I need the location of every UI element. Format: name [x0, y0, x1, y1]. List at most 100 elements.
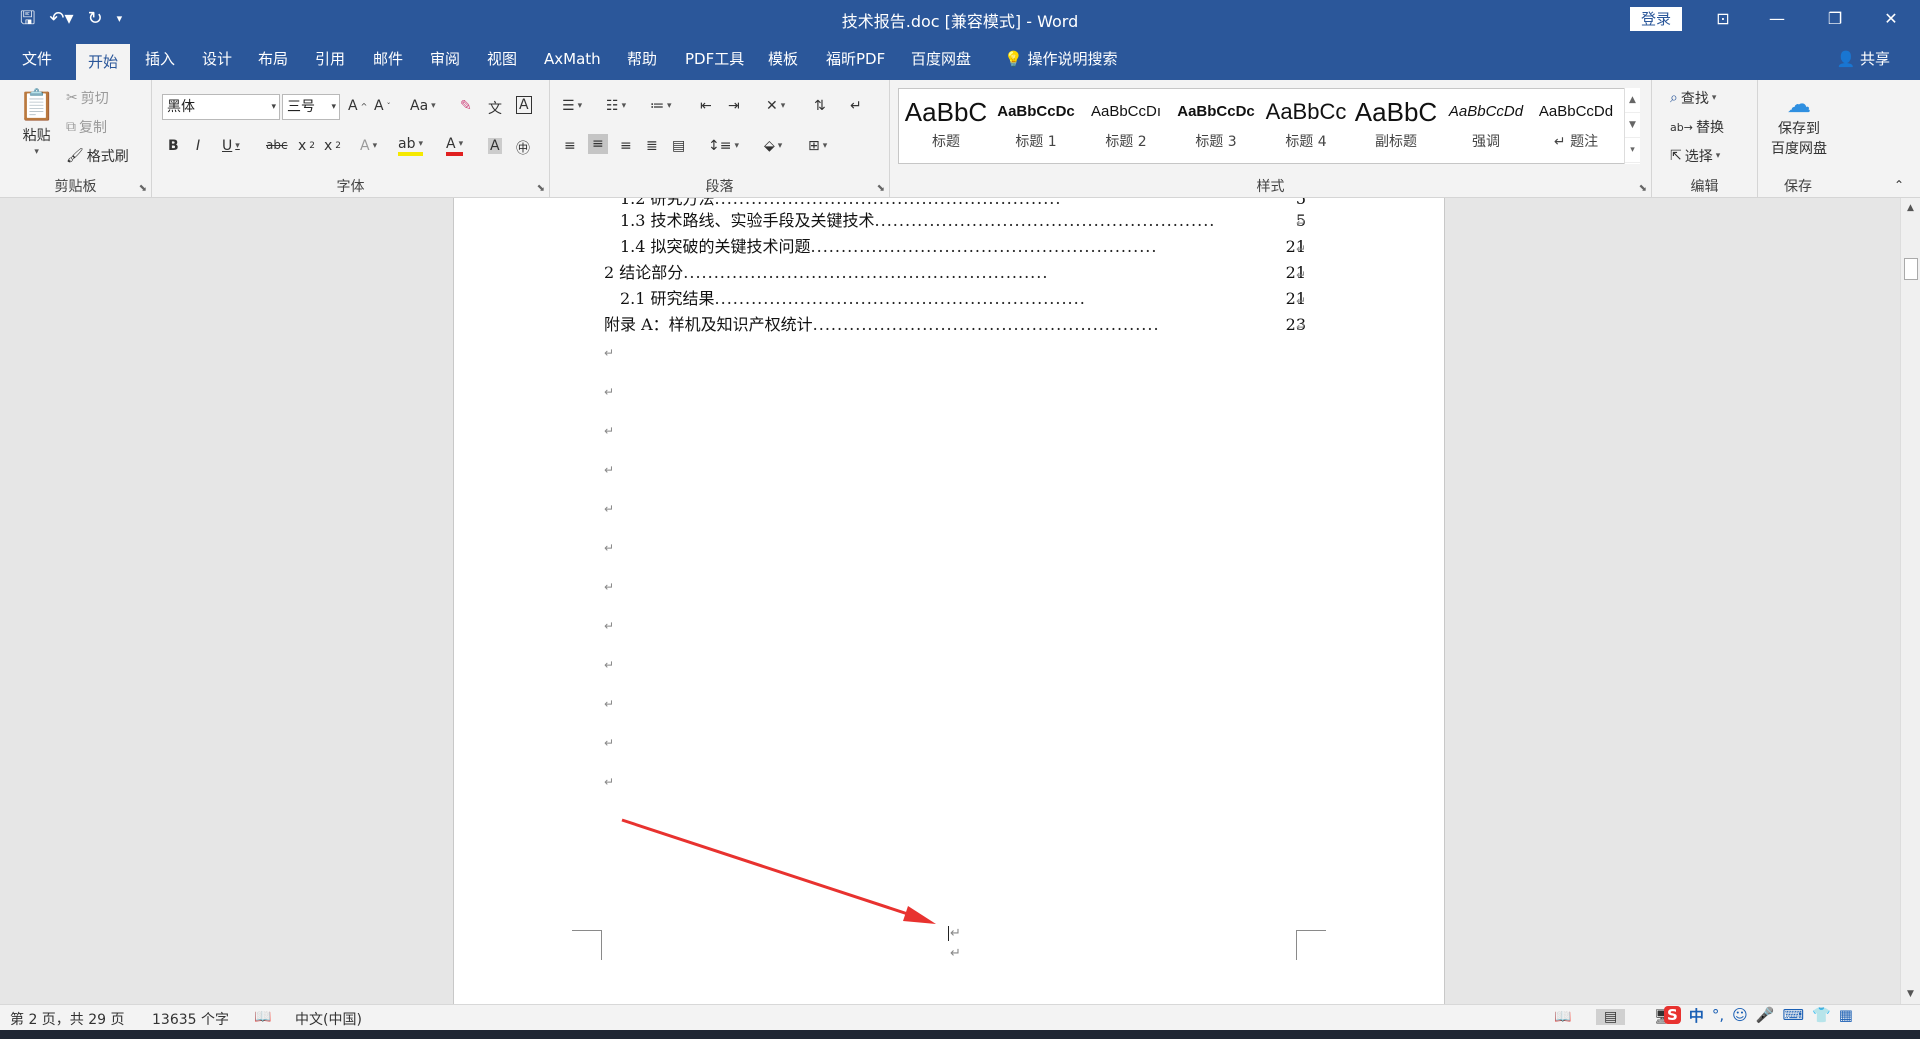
font-size-combo[interactable]: 三号 ▾: [282, 94, 340, 120]
strikethrough-icon[interactable]: abc: [266, 138, 288, 152]
empty-paragraph-mark[interactable]: ↵: [604, 619, 614, 633]
decrease-indent-icon[interactable]: ⇤: [700, 98, 712, 114]
style-emphasis[interactable]: AaBbCcDd 强调: [1441, 89, 1531, 163]
toc-entry[interactable]: 2 结论部分..................................…: [604, 260, 1306, 286]
tab-mailings[interactable]: 邮件: [369, 38, 407, 80]
chevron-up-icon[interactable]: ▲: [1901, 198, 1920, 218]
empty-paragraph-mark[interactable]: ↵: [604, 541, 614, 555]
highlight-icon[interactable]: ab ▾: [398, 136, 423, 156]
more-styles-icon[interactable]: ▾: [1625, 138, 1640, 163]
underline-icon[interactable]: U ▾: [222, 138, 240, 154]
superscript-icon[interactable]: x2: [324, 138, 341, 154]
find-button[interactable]: ⌕ 查找 ▾: [1670, 88, 1716, 108]
style-subtitle[interactable]: AaBbC 副标题: [1351, 89, 1441, 163]
character-border-icon[interactable]: A: [516, 96, 532, 114]
empty-paragraph-mark[interactable]: ↵: [604, 502, 614, 516]
enclose-characters-icon[interactable]: ㊥: [516, 138, 530, 158]
login-button[interactable]: 登录: [1630, 7, 1682, 31]
align-center-icon[interactable]: ≡: [588, 134, 608, 154]
tab-pdf-tools[interactable]: PDF工具: [681, 38, 748, 80]
cursor-paragraph-mark[interactable]: ↵: [948, 926, 961, 941]
cut-button[interactable]: ✂ 剪切: [66, 88, 109, 108]
chevron-down-icon[interactable]: ▼: [1625, 113, 1640, 138]
dialog-launcher-icon[interactable]: ⬊: [1639, 183, 1647, 194]
bullets-icon[interactable]: ☰ ▾: [562, 98, 582, 114]
increase-indent-icon[interactable]: ⇥: [728, 98, 740, 114]
customize-qat-icon[interactable]: ▾: [117, 6, 123, 32]
dialog-launcher-icon[interactable]: ⬊: [877, 183, 885, 194]
chevron-down-icon[interactable]: ▼: [1901, 984, 1920, 1004]
multilevel-list-icon[interactable]: ≔ ▾: [650, 98, 672, 114]
ime-language[interactable]: 中: [1689, 1005, 1704, 1026]
clear-formatting-icon[interactable]: ✎: [460, 98, 472, 114]
tab-home[interactable]: 开始: [76, 44, 131, 80]
text-effects-icon[interactable]: A ▾: [360, 138, 377, 154]
read-mode-icon[interactable]: 📖: [1554, 1009, 1571, 1025]
chinese-layout-icon[interactable]: ✕ ▾: [766, 98, 785, 114]
proofing-icon[interactable]: 📖: [254, 1009, 271, 1025]
copy-button[interactable]: ⧉ 复制: [66, 117, 107, 137]
empty-paragraph-mark[interactable]: ↵: [604, 658, 614, 672]
replace-button[interactable]: ab→ 替换: [1670, 117, 1724, 137]
share-button[interactable]: 👤 共享: [1837, 38, 1890, 80]
empty-paragraph-mark[interactable]: ↵: [604, 736, 614, 750]
emoji-icon[interactable]: ☺: [1732, 1006, 1748, 1024]
phonetic-guide-icon[interactable]: 文: [488, 98, 502, 118]
grow-font-icon[interactable]: A ^: [348, 98, 367, 114]
toc-entry[interactable]: 1.3 技术路线、实验手段及关键技术......................…: [620, 208, 1306, 234]
character-shading-icon[interactable]: A: [488, 138, 502, 154]
empty-paragraph-mark[interactable]: ↵: [604, 697, 614, 711]
empty-paragraph-mark[interactable]: ↵: [604, 775, 614, 789]
align-right-icon[interactable]: ≡: [620, 138, 632, 154]
show-hide-marks-icon[interactable]: ↵: [850, 98, 862, 114]
language-indicator[interactable]: 中文(中国): [295, 1009, 362, 1029]
keyboard-icon[interactable]: ⌨: [1782, 1006, 1804, 1024]
paste-button[interactable]: 📋 粘贴 ▾: [18, 88, 55, 157]
select-button[interactable]: ⇱ 选择 ▾: [1670, 146, 1720, 166]
save-icon[interactable]: 🖫: [20, 6, 35, 32]
microphone-icon[interactable]: 🎤: [1756, 1006, 1775, 1024]
format-painter-button[interactable]: 🖌 格式刷: [66, 146, 129, 166]
toolbox-icon[interactable]: ▦: [1839, 1006, 1853, 1024]
toc-entry[interactable]: 附录 A：样机及知识产权统计..........................…: [604, 312, 1306, 338]
tab-file[interactable]: 文件: [18, 38, 56, 80]
empty-paragraph-mark[interactable]: ↵: [604, 424, 614, 438]
dialog-launcher-icon[interactable]: ⬊: [537, 183, 545, 194]
empty-paragraph-mark[interactable]: ↵: [604, 346, 614, 360]
tab-baidu-netdisk[interactable]: 百度网盘: [907, 38, 975, 80]
style-heading-3[interactable]: AaBbCcDc 标题 3: [1171, 89, 1261, 163]
tab-templates[interactable]: 模板: [764, 38, 802, 80]
scrollbar-thumb[interactable]: [1904, 258, 1918, 280]
close-icon[interactable]: ✕: [1862, 0, 1920, 38]
style-heading-1[interactable]: AaBbCcDc 标题 1: [991, 89, 1081, 163]
word-count[interactable]: 13635 个字: [152, 1009, 229, 1029]
print-layout-icon[interactable]: ▤: [1596, 1009, 1626, 1025]
font-name-combo[interactable]: 黑体 ▾: [162, 94, 280, 120]
empty-paragraph-mark[interactable]: ↵: [604, 385, 614, 399]
subscript-icon[interactable]: x2: [298, 138, 315, 154]
align-left-icon[interactable]: ≡: [564, 138, 576, 154]
chevron-up-icon[interactable]: ▲: [1625, 88, 1640, 113]
redo-icon[interactable]: ↻: [87, 6, 102, 32]
toc-entry[interactable]: 2.1 研究结果................................…: [620, 286, 1306, 312]
tab-foxit-pdf[interactable]: 福昕PDF: [822, 38, 889, 80]
ribbon-display-options-icon[interactable]: ⊡: [1694, 0, 1752, 38]
italic-icon[interactable]: I: [196, 138, 200, 154]
font-color-icon[interactable]: A ▾: [446, 136, 464, 156]
style-heading-4[interactable]: AaBbCc 标题 4: [1261, 89, 1351, 163]
tell-me-search[interactable]: 💡 操作说明搜索: [1000, 38, 1121, 80]
tab-view[interactable]: 视图: [483, 38, 521, 80]
page-count[interactable]: 第 2 页，共 29 页: [10, 1009, 125, 1029]
justify-icon[interactable]: ≣: [646, 138, 658, 154]
toc-entry[interactable]: 1.4 拟突破的关键技术问题..........................…: [620, 234, 1306, 260]
collapse-ribbon-icon[interactable]: ⌃: [1894, 178, 1904, 192]
distributed-icon[interactable]: ▤: [672, 138, 685, 154]
empty-paragraph-mark[interactable]: ↵: [604, 580, 614, 594]
dialog-launcher-icon[interactable]: ⬊: [139, 183, 147, 194]
tab-insert[interactable]: 插入: [141, 38, 179, 80]
numbering-icon[interactable]: ☷ ▾: [606, 98, 626, 114]
style-heading-2[interactable]: AaBbCcDı 标题 2: [1081, 89, 1171, 163]
tab-help[interactable]: 帮助: [623, 38, 661, 80]
borders-icon[interactable]: ⊞ ▾: [808, 138, 827, 154]
line-spacing-icon[interactable]: ↕≡ ▾: [708, 138, 739, 154]
